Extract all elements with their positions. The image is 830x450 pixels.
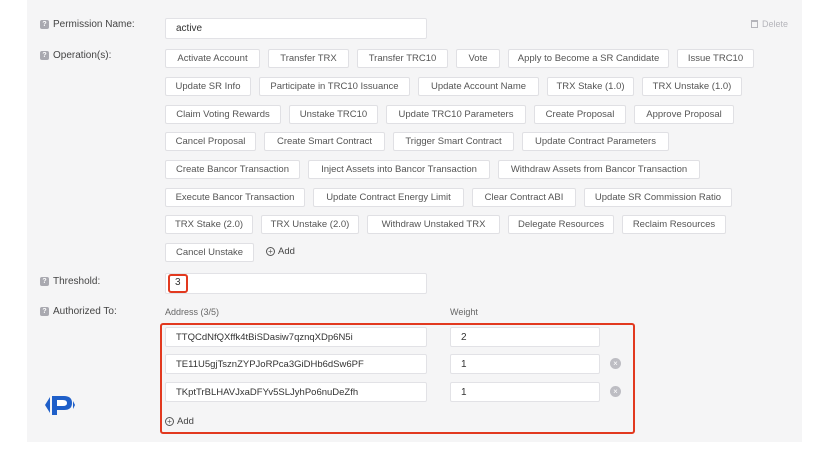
operation-chip[interactable]: Apply to Become a SR Candidate <box>508 49 669 68</box>
plus-circle-icon: + <box>266 247 275 256</box>
operation-chip[interactable]: Inject Assets into Bancor Transaction <box>308 160 490 179</box>
operation-chip[interactable]: Update TRC10 Parameters <box>386 105 526 124</box>
operation-chip[interactable]: TRX Unstake (2.0) <box>261 215 359 234</box>
operation-chip[interactable]: Cancel Proposal <box>165 132 256 151</box>
operation-chip[interactable]: Execute Bancor Transaction <box>165 188 305 207</box>
permission-name-label: ? Permission Name: <box>40 19 135 30</box>
help-icon: ? <box>40 277 49 286</box>
operation-chip[interactable]: Clear Contract ABI <box>472 188 576 207</box>
brand-logo-icon <box>45 396 75 415</box>
permission-name-input[interactable]: active <box>165 18 427 39</box>
operation-chip[interactable]: Update Contract Parameters <box>522 132 669 151</box>
operation-chip[interactable]: Create Bancor Transaction <box>165 160 300 179</box>
help-icon: ? <box>40 20 49 29</box>
operation-chip[interactable]: Issue TRC10 <box>677 49 754 68</box>
operation-chip[interactable]: Delegate Resources <box>508 215 614 234</box>
operation-chip[interactable]: Withdraw Assets from Bancor Transaction <box>498 160 700 179</box>
operation-chip[interactable]: Update SR Commission Ratio <box>584 188 732 207</box>
operation-chip[interactable]: Update Contract Energy Limit <box>313 188 464 207</box>
operation-chip[interactable]: TRX Stake (1.0) <box>547 77 634 96</box>
operation-chip[interactable]: Reclaim Resources <box>622 215 726 234</box>
authorized-to-label: ? Authorized To: <box>40 306 117 317</box>
address-column-header: Address (3/5) <box>165 307 220 317</box>
operation-chip[interactable]: Claim Voting Rewards <box>165 105 281 124</box>
operation-chip[interactable]: Cancel Unstake <box>165 243 254 262</box>
operation-chip[interactable]: Trigger Smart Contract <box>393 132 514 151</box>
operation-chip[interactable]: TRX Unstake (1.0) <box>642 77 742 96</box>
operation-chip[interactable]: Unstake TRC10 <box>289 105 378 124</box>
operation-chip[interactable]: Create Smart Contract <box>264 132 385 151</box>
help-icon: ? <box>40 307 49 316</box>
operation-chip[interactable]: Update SR Info <box>165 77 251 96</box>
trash-icon <box>750 20 758 28</box>
operation-chip[interactable]: Withdraw Unstaked TRX <box>367 215 500 234</box>
operation-chip[interactable]: TRX Stake (2.0) <box>165 215 253 234</box>
operation-chip[interactable]: Approve Proposal <box>634 105 734 124</box>
operation-chip[interactable]: Participate in TRC10 Issuance <box>259 77 410 96</box>
operations-label: ? Operation(s): <box>40 50 111 61</box>
weight-column-header: Weight <box>450 307 478 317</box>
delete-permission-button[interactable]: Delete <box>750 19 788 29</box>
keys-highlight <box>160 323 635 434</box>
operation-chip[interactable]: Activate Account <box>165 49 260 68</box>
operation-chip[interactable]: Create Proposal <box>534 105 626 124</box>
operation-chip[interactable]: Update Account Name <box>418 77 539 96</box>
operation-chip[interactable]: Vote <box>456 49 500 68</box>
operation-chip[interactable]: Transfer TRC10 <box>357 49 448 68</box>
operation-chip[interactable]: Transfer TRX <box>268 49 349 68</box>
threshold-label: ? Threshold: <box>40 276 100 287</box>
add-operation-button[interactable]: + Add <box>266 246 295 257</box>
threshold-input[interactable] <box>165 273 427 294</box>
threshold-value: 3 <box>175 277 181 288</box>
help-icon: ? <box>40 51 49 60</box>
